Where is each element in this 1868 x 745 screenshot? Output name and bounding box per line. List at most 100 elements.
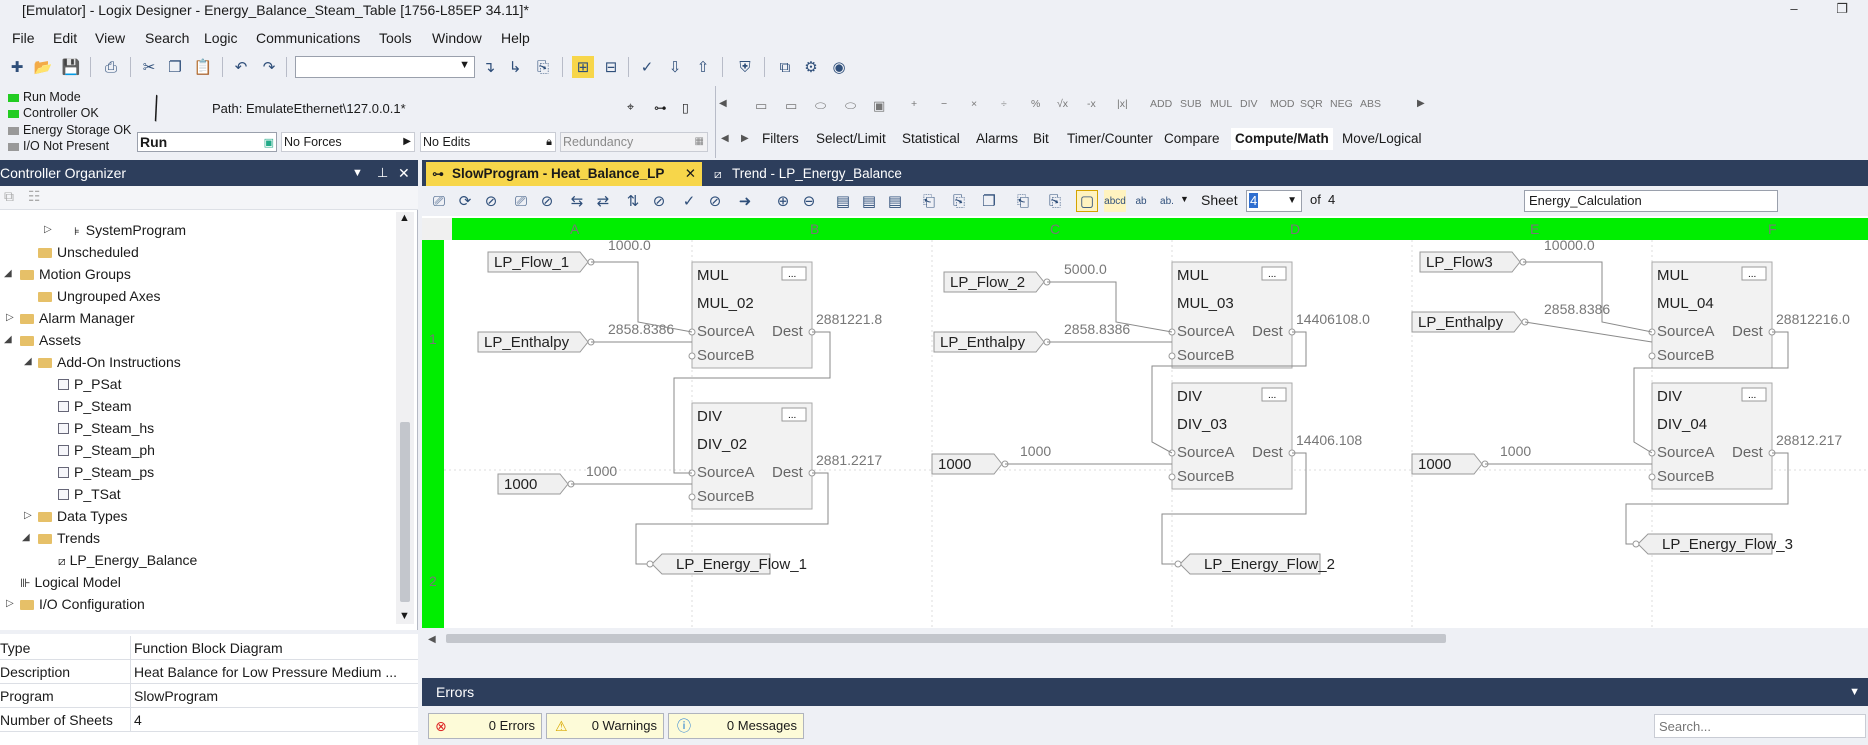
delete-sheet-icon[interactable]: ⎘ xyxy=(948,190,970,212)
fbd-tool-10-icon[interactable]: ✓ xyxy=(678,190,700,212)
close-tab-icon[interactable]: ✕ xyxy=(685,162,696,186)
tree-item-p-steam-ph[interactable]: P_Steam_ph xyxy=(58,440,155,460)
tab-compute-math[interactable]: Compute/Math xyxy=(1231,128,1333,150)
copy-icon[interactable]: ❐ xyxy=(164,56,186,78)
tab-move-logical[interactable]: Move/Logical xyxy=(1338,128,1426,150)
input-reference[interactable]: 1000 xyxy=(1411,453,1489,475)
open-icon[interactable]: 📂 xyxy=(32,56,54,78)
tab-select-limit[interactable]: Select/Limit xyxy=(812,128,890,150)
scroll-left-icon[interactable]: ◀ xyxy=(428,634,436,645)
zoom-in-icon[interactable]: ⊕ xyxy=(772,190,794,212)
minus-icon[interactable]: − xyxy=(941,98,947,110)
show-organizer-icon[interactable]: ⊞ xyxy=(572,56,594,78)
divide-icon[interactable]: ÷ xyxy=(1001,98,1007,110)
find-next-icon[interactable]: ↴ xyxy=(478,56,500,78)
collapse-icon[interactable]: ◢ xyxy=(4,330,12,350)
download-icon[interactable]: ⇩ xyxy=(664,56,686,78)
tag-shape-icon[interactable]: ▭ xyxy=(755,98,767,114)
minimize-button[interactable]: – xyxy=(1774,0,1814,20)
input-reference[interactable]: LP_Flow3 xyxy=(1419,251,1527,273)
new-sheet-icon[interactable]: ⎗ xyxy=(918,190,940,212)
scroll-down-icon[interactable]: ▼ xyxy=(399,610,410,622)
chevron-down-icon[interactable]: ▼ xyxy=(1180,194,1189,204)
forces-status[interactable]: No Forces ▶ xyxy=(281,132,415,152)
next-sheet-icon[interactable]: ⎘ xyxy=(1044,190,1066,212)
fbd-tool-5-icon[interactable]: ⊘ xyxy=(536,190,558,212)
scroll-right-icon[interactable]: ▶ xyxy=(1417,98,1425,109)
hierarchy-icon[interactable]: ⊟ xyxy=(600,56,622,78)
collapse-icon[interactable]: ◢ xyxy=(22,528,30,548)
tab-compare[interactable]: Compare xyxy=(1160,128,1224,150)
tree-item-assets[interactable]: ◢ Assets xyxy=(4,330,81,350)
ins-sub[interactable]: SUB xyxy=(1180,98,1202,110)
function-block[interactable]: ... DIV DIV_04 SourceA SourceB Dest 28812.217 xyxy=(1648,382,1842,490)
fbd-tool-7-icon[interactable]: ⇄ xyxy=(592,190,614,212)
scroll-up-icon[interactable]: ▲ xyxy=(399,212,410,224)
tree-item-p-steam[interactable]: P_Steam xyxy=(58,396,132,416)
hscroll-thumb[interactable] xyxy=(446,634,1446,643)
menu-window[interactable]: Window xyxy=(430,26,484,50)
save-icon[interactable]: 💾 xyxy=(60,56,82,78)
scroll-left-icon[interactable]: ◀ xyxy=(719,98,727,109)
tree-item-logical-model[interactable]: ⊪ Logical Model xyxy=(20,572,121,593)
dropdown-icon[interactable]: ▼ xyxy=(352,160,363,186)
scrollbar-thumb[interactable] xyxy=(400,422,410,602)
ins-add[interactable]: ADD xyxy=(1150,98,1172,110)
crossref-icon[interactable]: ⧉ xyxy=(774,56,796,78)
ins-abs[interactable]: ABS xyxy=(1360,98,1381,110)
fbd-tool-4-icon[interactable]: ⎚ xyxy=(510,190,532,212)
chevron-down-icon[interactable]: ▼ xyxy=(1849,678,1860,706)
find-prev-icon[interactable]: ↳ xyxy=(504,56,526,78)
input-reference[interactable]: LP_Flow_2 xyxy=(943,271,1051,293)
path-browse-icon[interactable]: ⌖ xyxy=(627,100,634,115)
mode-combo[interactable]: Run ▣ xyxy=(137,132,277,152)
output-reference[interactable]: LP_Energy_Flow_1 xyxy=(646,553,807,575)
fbd-tool-3-icon[interactable]: ⊘ xyxy=(480,190,502,212)
ins-sqr[interactable]: SQR xyxy=(1300,98,1323,110)
fbd-tool-6-icon[interactable]: ⇆ xyxy=(566,190,588,212)
browse-icon[interactable]: ⎘ xyxy=(532,56,554,78)
ins-neg[interactable]: NEG xyxy=(1330,98,1353,110)
ins-div[interactable]: DIV xyxy=(1240,98,1258,110)
input-reference[interactable]: LP_Enthalpy xyxy=(933,331,1051,353)
tree-item-motion-groups[interactable]: ◢ Motion Groups xyxy=(4,264,131,284)
network-icon[interactable]: ⊶ xyxy=(654,100,667,115)
tab-statistical[interactable]: Statistical xyxy=(898,128,964,150)
tree-item-p-steam-hs[interactable]: P_Steam_hs xyxy=(58,418,154,438)
pin-icon[interactable]: ⊥ xyxy=(377,160,388,186)
new-icon[interactable]: ✚ xyxy=(6,56,28,78)
tag-shape-2-icon[interactable]: ▭ xyxy=(785,98,797,114)
fbd-tool-2-icon[interactable]: ⟳ xyxy=(454,190,476,212)
multiply-icon[interactable]: × xyxy=(971,98,977,110)
close-icon[interactable]: ✕ xyxy=(398,160,410,186)
warnings-filter-button[interactable]: ⚠ 0 Warnings xyxy=(546,713,664,739)
prev-sheet-icon[interactable]: ⎗ xyxy=(1012,190,1034,212)
copy-sheet-icon[interactable]: ❐ xyxy=(978,190,1000,212)
output-reference[interactable]: LP_Energy_Flow_3 xyxy=(1632,533,1793,555)
ins-mul[interactable]: MUL xyxy=(1210,98,1232,110)
input-reference[interactable]: 1000 xyxy=(931,453,1009,475)
expand-icon[interactable]: ▷ xyxy=(6,594,14,614)
negate-icon[interactable]: -x xyxy=(1087,98,1096,110)
security-icon[interactable]: ⛨ xyxy=(734,56,756,78)
function-block[interactable]: ... MUL MUL_02 SourceA SourceB Dest 2881221.8 xyxy=(688,261,882,369)
tab-timer-counter[interactable]: Timer/Counter xyxy=(1063,128,1157,150)
tree-item-p-steam-ps[interactable]: P_Steam_ps xyxy=(58,462,154,482)
expand-icon[interactable]: ▷ xyxy=(24,506,32,526)
restore-button[interactable]: ❐ xyxy=(1822,0,1862,20)
expand-icon[interactable]: ▷ xyxy=(6,308,14,328)
tag-text-icon[interactable]: ab xyxy=(1130,190,1152,212)
tab-filters[interactable]: Filters xyxy=(758,128,803,150)
output-reference[interactable]: LP_Energy_Flow_2 xyxy=(1174,553,1335,575)
redo-icon[interactable]: ↷ xyxy=(258,56,280,78)
module-icon[interactable]: ▯ xyxy=(682,100,689,115)
sqrt-icon[interactable]: √x xyxy=(1057,98,1068,110)
ins-mod[interactable]: MOD xyxy=(1270,98,1295,110)
input-reference[interactable]: LP_Enthalpy xyxy=(1411,311,1529,333)
zoom-out-icon[interactable]: ⊖ xyxy=(798,190,820,212)
menu-view[interactable]: View xyxy=(93,26,127,50)
fbd-tool-11-icon[interactable]: ⊘ xyxy=(704,190,726,212)
text-box-icon[interactable]: ▣ xyxy=(873,98,885,114)
tab-scroll-left-icon[interactable]: ◀ xyxy=(717,128,733,150)
sheet-selector[interactable]: 4 ▼ xyxy=(1246,190,1302,212)
